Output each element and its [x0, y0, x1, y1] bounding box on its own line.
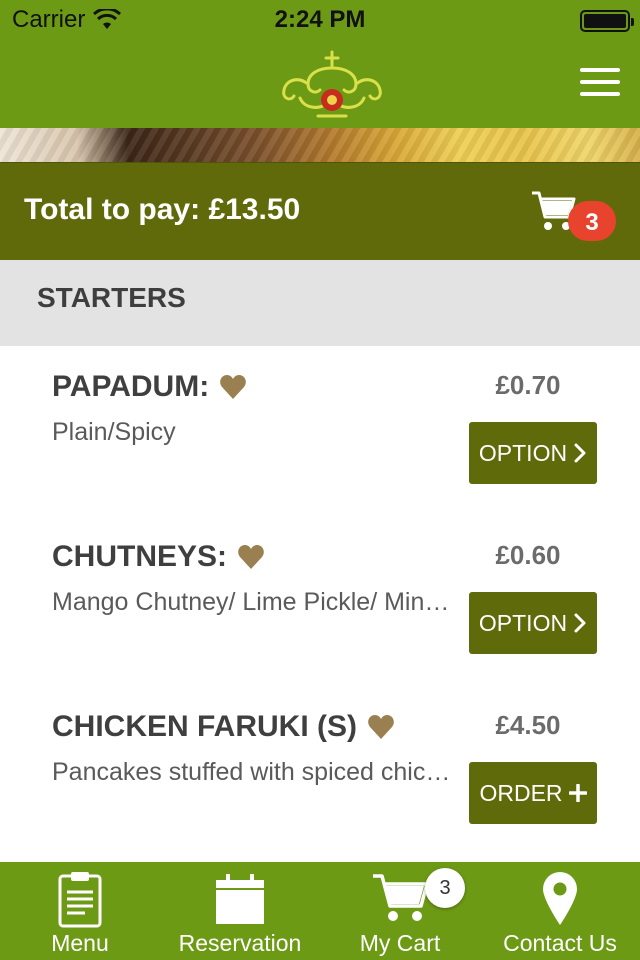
cart-tab-badge: 3	[425, 868, 465, 908]
item-name: CHICKEN FARUKI (S)	[52, 710, 395, 744]
cart-icon	[373, 874, 429, 921]
tab-label: Reservation	[178, 930, 302, 956]
section-title: STARTERS	[37, 282, 186, 313]
nav-bar	[0, 40, 640, 128]
menu-list: PAPADUM: Plain/Spicy £0.70 OPTION CHUTNE…	[0, 346, 640, 862]
button-label: OPTION	[478, 609, 568, 636]
option-button[interactable]: OPTION	[469, 422, 597, 484]
restaurant-logo[interactable]	[278, 46, 386, 124]
clipboard-icon	[58, 872, 102, 928]
item-name-text: CHUTNEYS:	[52, 540, 228, 573]
item-name: PAPADUM:	[52, 370, 247, 404]
heart-icon[interactable]	[237, 544, 265, 570]
item-name-text: PAPADUM:	[52, 370, 210, 403]
item-description: Pancakes stuffed with spiced chicken	[52, 758, 452, 786]
tab-contact-us[interactable]: Contact Us	[480, 862, 640, 960]
cart-count-badge[interactable]: 3	[568, 201, 616, 241]
button-label: OPTION	[478, 439, 568, 466]
menu-item: CHICKEN FARUKI (S) Pancakes stuffed with…	[0, 686, 640, 856]
option-button[interactable]: OPTION	[469, 592, 597, 654]
tab-label: Contact Us	[503, 930, 617, 956]
section-header: STARTERS	[0, 260, 640, 346]
status-bar: Carrier 2:24 PM	[0, 0, 640, 40]
tab-bar: Menu Reservation My Cart Contact Us	[0, 862, 640, 960]
button-label: ORDER	[479, 779, 563, 806]
menu-item: PAPADUM: Plain/Spicy £0.70 OPTION	[0, 346, 640, 516]
item-description: Mango Chutney/ Lime Pickle/ Mint Sauce	[52, 588, 452, 616]
tab-reservation[interactable]: Reservation	[160, 862, 320, 960]
tab-menu[interactable]: Menu	[0, 862, 160, 960]
plus-icon	[568, 784, 587, 802]
menu-item: CHUTNEYS: Mango Chutney/ Lime Pickle/ Mi…	[0, 516, 640, 686]
item-price: £0.60	[495, 540, 561, 570]
total-to-pay-label: Total to pay: £13.50	[24, 193, 301, 226]
total-bar: Total to pay: £13.50 3	[0, 162, 640, 260]
tab-label: My Cart	[359, 930, 441, 956]
item-name-text: CHICKEN FARUKI (S)	[52, 710, 357, 743]
heart-icon[interactable]	[367, 714, 395, 740]
chevron-right-icon	[574, 443, 586, 463]
chevron-right-icon	[574, 613, 586, 633]
status-time: 2:24 PM	[274, 6, 366, 33]
tab-label: Menu	[51, 930, 109, 956]
item-description: Plain/Spicy	[52, 418, 176, 446]
calendar-icon	[216, 874, 264, 924]
hamburger-menu-icon[interactable]	[580, 68, 620, 98]
order-button[interactable]: ORDER	[469, 762, 597, 824]
item-price: £0.70	[495, 370, 561, 400]
battery-icon	[580, 10, 634, 32]
heart-icon[interactable]	[219, 374, 247, 400]
food-banner-image	[0, 128, 640, 162]
item-name: CHUTNEYS:	[52, 540, 265, 574]
item-price: £4.50	[495, 710, 561, 740]
location-pin-icon	[543, 872, 577, 925]
